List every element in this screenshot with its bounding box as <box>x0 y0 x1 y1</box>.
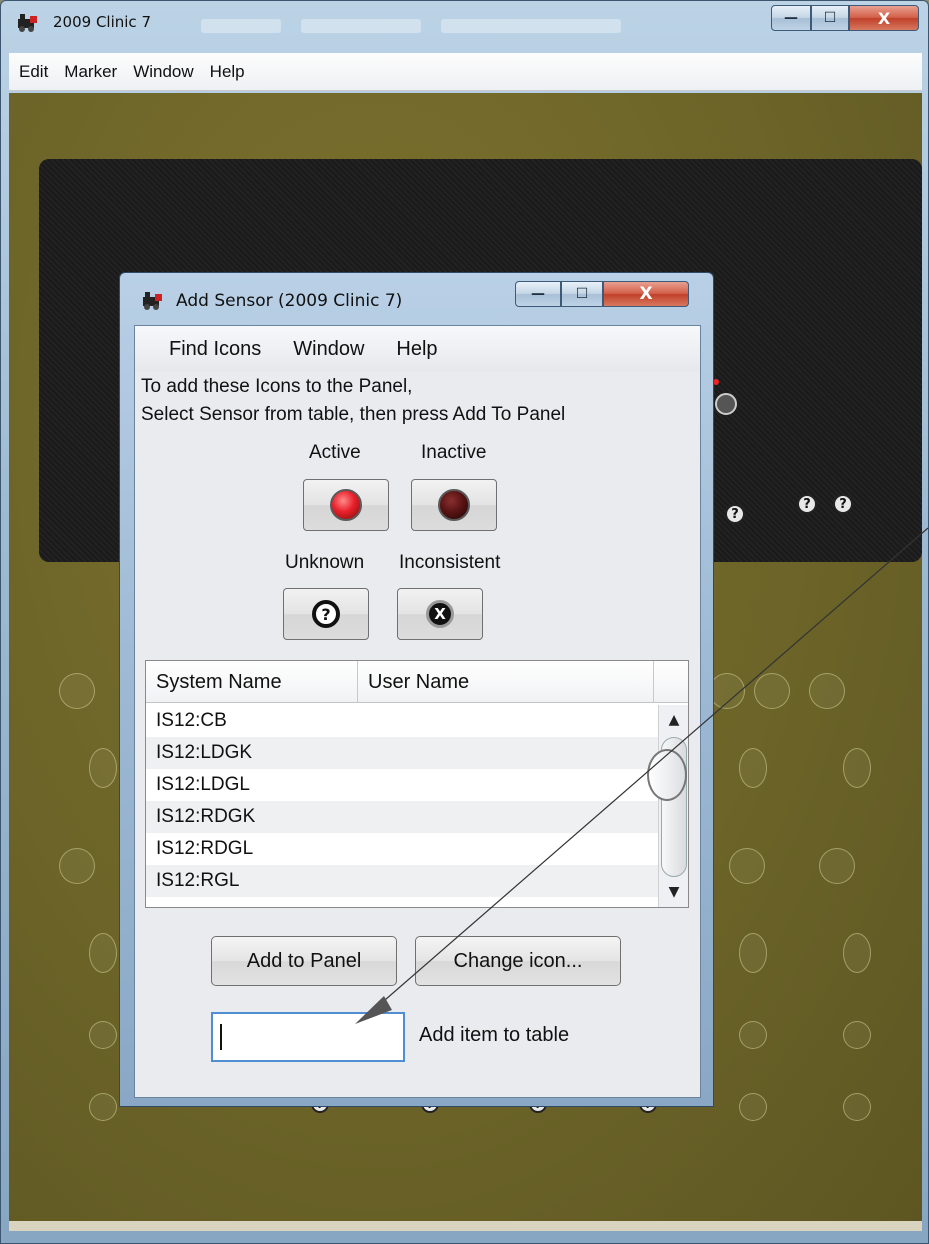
track-bubble <box>843 933 871 973</box>
background-toolbar-ghost <box>301 19 421 33</box>
inactive-label: Inactive <box>421 442 487 463</box>
column-header-corner <box>654 661 688 703</box>
main-titlebar[interactable]: 2009 Clinic 7 — ☐ X <box>1 1 928 43</box>
dark-led-icon <box>438 489 470 521</box>
track-bubble <box>89 1093 117 1121</box>
x-mark-icon: X <box>426 600 454 628</box>
table-row[interactable]: IS12:RGL <box>146 865 658 897</box>
dialog-titlebar[interactable]: Add Sensor (2009 Clinic 7) — ☐ X <box>120 273 713 323</box>
inconsistent-label: Inconsistent <box>399 552 501 573</box>
dialog-maximize-button[interactable]: ☐ <box>561 281 603 307</box>
track-bubble <box>709 673 745 709</box>
add-to-panel-button[interactable]: Add to Panel <box>211 936 397 986</box>
dialog-menubar: Find Icons Window Help <box>135 326 700 372</box>
table-row[interactable]: IS12:LDGK <box>146 737 658 769</box>
table-row[interactable]: IS12:CB <box>146 705 658 737</box>
track-bubble <box>843 1093 871 1121</box>
main-window-title: 2009 Clinic 7 <box>53 13 151 31</box>
menu-marker[interactable]: Marker <box>64 62 117 82</box>
add-sensor-dialog: Add Sensor (2009 Clinic 7) — ☐ X Find Ic… <box>119 272 714 1107</box>
dialog-minimize-button[interactable]: — <box>515 281 561 307</box>
table-scrollbar[interactable]: ▲ ▼ <box>647 705 689 907</box>
column-header-system-name[interactable]: System Name <box>146 661 358 703</box>
sensor-table: System Name User Name IS12:CB IS12:LDGK … <box>145 660 689 908</box>
table-row[interactable]: IS12:RDGK <box>146 801 658 833</box>
background-toolbar-ghost <box>201 19 281 33</box>
menu-find-icons[interactable]: Find Icons <box>169 338 261 361</box>
menu-help[interactable]: Help <box>396 338 437 361</box>
close-button[interactable]: X <box>849 5 919 31</box>
instruction-line-2: Select Sensor from table, then press Add… <box>141 404 566 425</box>
add-item-label: Add item to table <box>419 1024 570 1046</box>
status-strip <box>9 1221 922 1231</box>
minimize-button[interactable]: — <box>771 5 811 31</box>
table-header: System Name User Name <box>146 661 688 703</box>
track-bubble <box>729 848 765 884</box>
menu-window[interactable]: Window <box>133 62 193 82</box>
track-bubble <box>89 1021 117 1049</box>
track-bubble <box>739 1021 767 1049</box>
table-row[interactable]: IS12:RDGL <box>146 833 658 865</box>
track-bubble <box>89 748 117 788</box>
system-name-cell: IS12:RDGK <box>156 806 256 827</box>
system-name-cell: IS12:LDGL <box>156 774 250 795</box>
unknown-icon-button[interactable]: ? <box>283 588 369 640</box>
unknown-sensor-icon[interactable]: ? <box>725 504 745 524</box>
maximize-button[interactable]: ☐ <box>811 5 849 31</box>
track-bubble <box>739 748 767 788</box>
dialog-content: Find Icons Window Help To add these Icon… <box>134 325 701 1098</box>
track-bubble <box>739 1093 767 1121</box>
text-caret <box>220 1024 222 1050</box>
main-menubar: Edit Marker Window Help <box>9 53 922 91</box>
background-toolbar-ghost <box>441 19 621 33</box>
scroll-thumb-grip[interactable] <box>647 749 687 801</box>
system-name-cell: IS12:RGL <box>156 870 240 891</box>
track-bubble <box>89 933 117 973</box>
dialog-close-button[interactable]: X <box>603 281 689 307</box>
unknown-label: Unknown <box>285 552 365 573</box>
red-led-icon <box>330 489 362 521</box>
inactive-icon-button[interactable] <box>411 479 497 531</box>
track-bubble <box>59 848 95 884</box>
locomotive-icon <box>143 292 162 310</box>
question-mark-icon: ? <box>312 600 340 628</box>
system-name-cell: IS12:LDGK <box>156 742 253 763</box>
instruction-line-1: To add these Icons to the Panel, <box>141 376 413 397</box>
dialog-title: Add Sensor (2009 Clinic 7) <box>176 291 403 311</box>
track-bubble <box>843 748 871 788</box>
scroll-up-arrow-icon[interactable]: ▲ <box>659 707 689 733</box>
active-label: Active <box>309 442 361 463</box>
inconsistent-icon-button[interactable]: X <box>397 588 483 640</box>
turnout-control[interactable] <box>715 393 737 415</box>
track-bubble <box>59 673 95 709</box>
add-item-input[interactable] <box>211 1012 405 1062</box>
track-bubble <box>843 1021 871 1049</box>
menu-help[interactable]: Help <box>210 62 245 82</box>
system-name-cell: IS12:RDGL <box>156 838 254 859</box>
column-header-user-name[interactable]: User Name <box>358 661 654 703</box>
unknown-sensor-icon[interactable]: ? <box>833 494 853 514</box>
scroll-down-arrow-icon[interactable]: ▼ <box>659 879 689 905</box>
track-bubble <box>809 673 845 709</box>
menu-window[interactable]: Window <box>293 338 364 361</box>
table-row[interactable]: IS12:LDGL <box>146 769 658 801</box>
active-icon-button[interactable] <box>303 479 389 531</box>
menu-edit[interactable]: Edit <box>19 62 48 82</box>
track-bubble <box>819 848 855 884</box>
change-icon-button[interactable]: Change icon... <box>415 936 621 986</box>
system-name-cell: IS12:CB <box>156 710 227 731</box>
track-bubble <box>754 673 790 709</box>
track-bubble <box>739 933 767 973</box>
table-body: IS12:CB IS12:LDGK IS12:LDGL IS12:RDGK IS… <box>146 705 658 907</box>
locomotive-icon <box>18 14 37 32</box>
unknown-sensor-icon[interactable]: ? <box>797 494 817 514</box>
